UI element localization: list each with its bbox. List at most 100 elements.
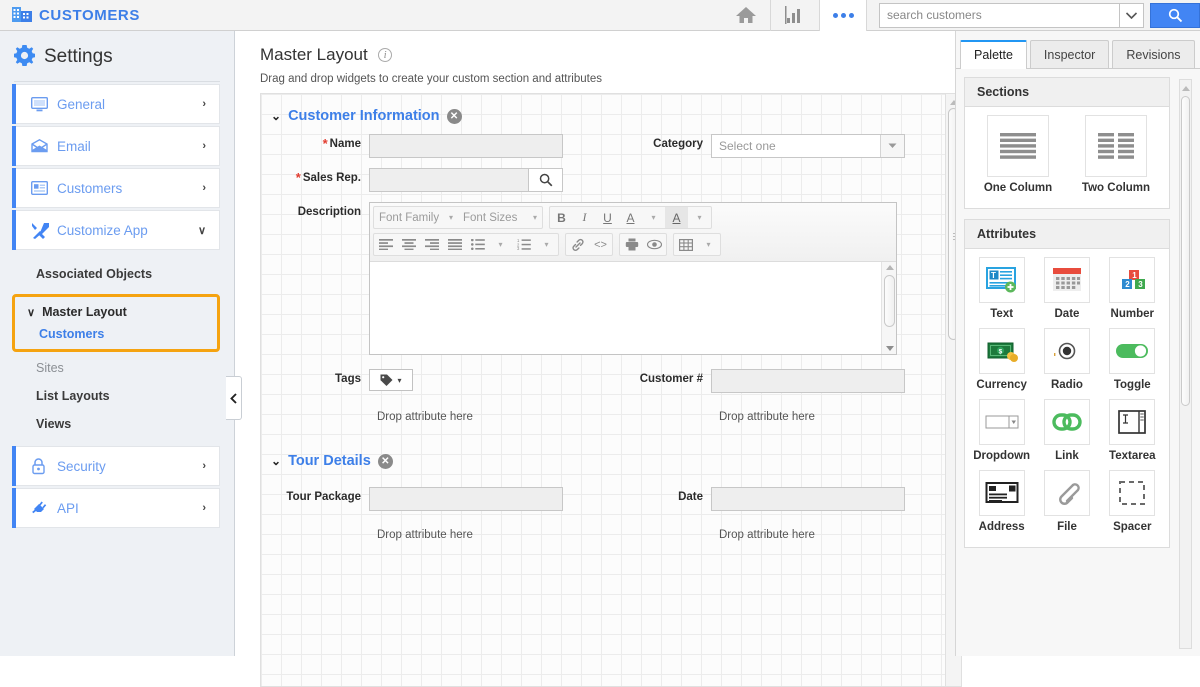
font-size-select[interactable]: Font Sizes ▾	[458, 207, 542, 228]
chevron-down-icon[interactable]	[880, 135, 904, 157]
palette-tile-textarea[interactable]: Textarea	[1100, 399, 1165, 462]
table-chevron-down-icon[interactable]: ▾	[697, 234, 720, 255]
sidebar-item-master-layout-customers[interactable]: Customers	[15, 323, 217, 345]
font-color-chevron-down-icon[interactable]: ▾	[642, 207, 665, 228]
background-color-chevron-down-icon[interactable]: ▾	[688, 207, 711, 228]
tour-package-input[interactable]	[369, 487, 563, 511]
search-area	[879, 2, 1200, 28]
field-tour-package: Tour Package	[261, 477, 603, 511]
layout-canvas[interactable]: ⌄ Customer Information ✕ * Name Category …	[260, 93, 946, 687]
palette-tile-file[interactable]: File	[1034, 470, 1099, 533]
sales-rep-search-button[interactable]	[529, 168, 563, 192]
font-color-button[interactable]: A	[619, 207, 642, 228]
align-center-icon[interactable]	[397, 234, 420, 255]
italic-button[interactable]: I	[573, 207, 596, 228]
sidebar-item-email[interactable]: Email ›	[12, 126, 220, 166]
numbered-list-chevron-down-icon[interactable]: ▾	[535, 234, 558, 255]
sidebar-item-sites[interactable]: Sites	[0, 354, 234, 382]
tab-revisions[interactable]: Revisions	[1112, 40, 1195, 68]
align-left-icon[interactable]	[374, 234, 397, 255]
scrollbar-thumb[interactable]	[1181, 96, 1190, 406]
table-icon[interactable]	[674, 234, 697, 255]
palette-scrollbar[interactable]	[1179, 79, 1192, 649]
scrollbar-thumb[interactable]	[884, 275, 895, 327]
palette-tile-date[interactable]: Date	[1034, 257, 1099, 320]
palette-tile-one-column[interactable]: One Column	[969, 115, 1067, 194]
search-input[interactable]	[879, 2, 1119, 28]
palette-tile-spacer[interactable]: Spacer	[1100, 470, 1165, 533]
drop-zone-left[interactable]: Drop attribute here	[261, 511, 603, 541]
scroll-up-arrow-icon[interactable]	[886, 265, 894, 270]
scroll-down-arrow-icon[interactable]	[886, 346, 894, 351]
rich-text-editor[interactable]: Font Family ▾ Font Sizes ▾ B I U A ▾ A ▾…	[369, 202, 897, 355]
brand[interactable]: CUSTOMERS	[0, 5, 140, 25]
chevron-down-icon[interactable]: ⌄	[271, 454, 281, 468]
customer-number-input[interactable]	[711, 369, 905, 393]
address-card-icon	[978, 470, 1025, 516]
palette-tile-toggle[interactable]: Toggle	[1100, 328, 1165, 391]
bullet-list-icon[interactable]	[466, 234, 489, 255]
eye-icon[interactable]	[643, 234, 666, 255]
search-button[interactable]	[1150, 2, 1200, 28]
form-row-sales-rep: * Sales Rep.	[261, 158, 945, 192]
drop-zone-right[interactable]: Drop attribute here	[603, 393, 945, 423]
close-circle-icon[interactable]: ✕	[446, 108, 462, 124]
settings-header: Settings	[0, 31, 234, 81]
palette-tile-currency[interactable]: $ Currency	[969, 328, 1034, 391]
drop-zone-left[interactable]: Drop attribute here	[261, 393, 603, 423]
sidebar-item-list-layouts[interactable]: List Layouts	[0, 382, 234, 410]
drop-zone-right[interactable]: Drop attribute here	[603, 511, 945, 541]
name-input[interactable]	[369, 134, 563, 158]
underline-button[interactable]: U	[596, 207, 619, 228]
date-input[interactable]	[711, 487, 905, 511]
sidebar-item-customers[interactable]: Customers ›	[12, 168, 220, 208]
sidebar-collapse-handle[interactable]	[226, 376, 242, 420]
numbered-list-icon[interactable]: 123	[512, 234, 535, 255]
building-icon	[12, 5, 32, 25]
tab-inspector[interactable]: Inspector	[1029, 40, 1110, 68]
editor-body[interactable]	[370, 262, 896, 354]
palette-tile-dropdown[interactable]: Dropdown	[969, 399, 1034, 462]
background-color-button[interactable]: A	[665, 207, 688, 228]
sidebar-item-master-layout[interactable]: ∨ Master Layout	[15, 301, 217, 323]
sales-rep-input[interactable]	[369, 168, 529, 192]
link-icon[interactable]	[566, 234, 589, 255]
home-icon[interactable]	[722, 0, 770, 31]
tab-palette[interactable]: Palette	[960, 40, 1027, 69]
sections-card-title: Sections	[965, 78, 1169, 107]
bullet-list-chevron-down-icon[interactable]: ▾	[489, 234, 512, 255]
align-right-icon[interactable]	[420, 234, 443, 255]
bar-chart-icon[interactable]	[771, 0, 819, 31]
palette-tile-number[interactable]: 1 2 3 Number	[1100, 257, 1165, 320]
tags-picker-button[interactable]: ▾	[369, 369, 413, 391]
info-icon[interactable]: i	[378, 48, 393, 62]
sidebar-item-views[interactable]: Views	[0, 410, 234, 438]
font-family-select[interactable]: Font Family ▾	[374, 207, 458, 228]
palette-tile-text[interactable]: T Text	[969, 257, 1034, 320]
category-dropdown[interactable]: Select one	[711, 134, 905, 158]
bold-button[interactable]: B	[550, 207, 573, 228]
align-justify-icon[interactable]	[443, 234, 466, 255]
palette-tile-radio[interactable]: Radio	[1034, 328, 1099, 391]
more-dots-icon[interactable]	[819, 0, 867, 31]
print-icon[interactable]	[620, 234, 643, 255]
chevron-down-icon[interactable]: ⌄	[271, 109, 281, 123]
scroll-up-arrow-icon[interactable]	[1182, 83, 1190, 91]
sidebar-item-api[interactable]: API ›	[12, 488, 220, 528]
palette-tile-link[interactable]: Link	[1034, 399, 1099, 462]
field-date: Date	[603, 477, 945, 511]
chevron-right-icon: ›	[202, 460, 206, 472]
code-icon[interactable]: <>	[589, 234, 612, 255]
sidebar-item-customize-app[interactable]: Customize App ∨	[12, 210, 220, 250]
sidebar-item-general[interactable]: General ›	[12, 84, 220, 124]
editor-scrollbar[interactable]	[881, 262, 896, 354]
palette-tile-address[interactable]: Address	[969, 470, 1034, 533]
page-title: Master Layout	[260, 45, 368, 64]
sidebar-item-associated-objects[interactable]: Associated Objects	[0, 260, 234, 288]
section-header-customer-information[interactable]: ⌄ Customer Information ✕	[261, 94, 945, 124]
search-history-chevron-down-icon[interactable]	[1119, 2, 1144, 28]
sidebar-item-security[interactable]: Security ›	[12, 446, 220, 486]
palette-tile-two-column[interactable]: Two Column	[1067, 115, 1165, 194]
close-circle-icon[interactable]: ✕	[377, 453, 393, 469]
section-header-tour-details[interactable]: ⌄ Tour Details ✕	[261, 423, 945, 469]
